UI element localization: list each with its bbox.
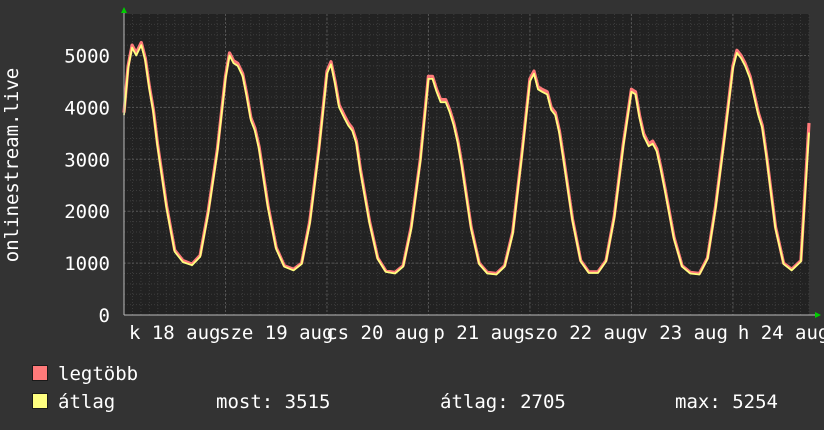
stat-avg: átlag: 2705	[440, 391, 566, 413]
x-tick-label: h 24 aug	[738, 322, 824, 344]
y-tick-labels: 0 1000 2000 3000 4000 5000	[64, 46, 110, 327]
y-tick-label: 0	[99, 305, 110, 327]
plot-area	[124, 14, 809, 315]
y-tick-label: 2000	[64, 201, 110, 223]
x-tick-label: szo 22 aug	[523, 322, 637, 344]
y-axis-label: onlinestream.live	[1, 68, 23, 262]
legend-avg-label: átlag	[58, 391, 116, 413]
x-tick-label: cs 20 aug	[326, 322, 429, 344]
y-tick-label: 1000	[64, 253, 110, 275]
x-tick-label: k 18 aug	[129, 322, 221, 344]
legend-max-row: legtöbb	[32, 363, 138, 385]
x-tick-labels: k 18 augsze 19 augcs 20 aug p 21 augszo 2…	[129, 322, 824, 344]
x-axis-arrow	[815, 312, 821, 318]
stat-now: most: 3515	[216, 391, 331, 413]
legend-avg-row: átlag	[32, 391, 115, 413]
legend-max-label: legtöbb	[58, 363, 139, 385]
legend-max-swatch	[32, 365, 48, 381]
y-tick-label: 4000	[64, 97, 110, 119]
y-tick-label: 3000	[64, 149, 110, 171]
x-tick-label: p 21 aug	[433, 322, 525, 344]
x-tick-label: v 23 aug	[636, 322, 728, 344]
y-axis-arrow	[121, 7, 127, 13]
y-tick-label: 5000	[64, 46, 110, 68]
legend-avg-swatch	[32, 393, 48, 409]
stat-max: max: 5254	[675, 391, 778, 413]
x-tick-label: sze 19 aug	[219, 322, 333, 344]
